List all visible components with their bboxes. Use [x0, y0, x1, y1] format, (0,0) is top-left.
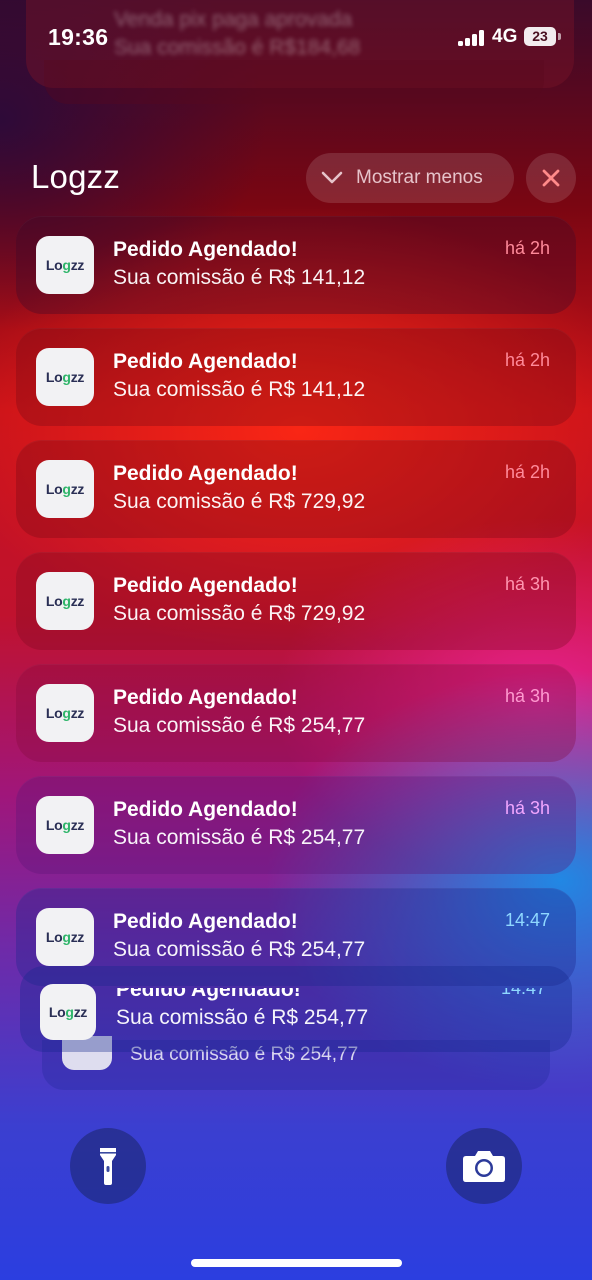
logzz-logo: Logzz — [45, 817, 85, 833]
notification-title: Pedido Agendado! — [113, 798, 298, 821]
notification-body: Sua comissão é R$ 254,77 — [113, 826, 366, 849]
notification-title: Pedido Agendado! — [113, 238, 298, 261]
notification-time: há 2h — [504, 350, 550, 370]
notification-time: há 3h — [504, 574, 550, 594]
notification-body: Sua comissão é R$ 254,77 — [113, 714, 366, 737]
notification-title: Pedido Agendado! — [113, 574, 298, 597]
flashlight-button[interactable] — [70, 1128, 146, 1204]
show-less-label: Mostrar menos — [356, 167, 483, 188]
logzz-logo: Logzz — [45, 929, 85, 945]
status-bar: 19:36 4G 23 — [0, 0, 592, 70]
notification-card[interactable]: Logzz Pedido Agendado! Sua comissão é R$ 2… — [16, 776, 576, 874]
notification-title: Pedido Agendado! — [113, 462, 298, 485]
flashlight-icon — [100, 1148, 116, 1185]
notification-card[interactable]: Logzz Pedido Agendado! Sua comissão é R$ 7… — [16, 552, 576, 650]
logzz-logo: Logzz — [45, 257, 85, 273]
notification-body: Sua comissão é R$ 141,12 — [113, 378, 366, 401]
status-time: 19:36 — [48, 24, 109, 50]
notification-body: Sua comissão é R$ 141,12 — [113, 266, 366, 289]
chevron-down-icon — [320, 166, 344, 190]
logzz-logo: Logzz — [45, 593, 85, 609]
home-indicator[interactable] — [191, 1259, 402, 1267]
notification-title: Pedido Agendado! — [113, 686, 298, 709]
notification-body: Sua comissão é R$ 729,92 — [113, 490, 366, 513]
logzz-app-icon: Logzz — [36, 236, 94, 294]
logzz-app-icon: Logzz — [36, 908, 94, 966]
notification-body: Sua comissão é R$ 254,77 — [116, 1006, 369, 1029]
notification-card[interactable]: Logzz Pedido Agendado! Sua comissão é R$ 1… — [16, 328, 576, 426]
show-less-button[interactable]: Mostrar menos — [306, 153, 514, 203]
notification-title: Pedido Agendado! — [116, 978, 301, 1001]
logzz-logo: Logzz — [45, 369, 85, 385]
logzz-app-icon: Logzz — [36, 348, 94, 406]
notification-card[interactable]: Logzz Pedido Agendado! Sua comissão é R$ 7… — [16, 440, 576, 538]
logzz-app-icon: Logzz — [36, 684, 94, 742]
close-icon — [542, 169, 560, 187]
notification-body: Sua comissão é R$ 254,77 — [113, 938, 366, 961]
network-type: 4G — [492, 26, 518, 47]
logzz-app-icon: Logzz — [36, 796, 94, 854]
camera-button[interactable] — [446, 1128, 522, 1204]
notification-card[interactable]: Logzz Pedido Agendado! Sua comissão é R$ 2… — [16, 664, 576, 762]
logzz-app-icon: Logzz — [36, 572, 94, 630]
battery-icon: 23 — [524, 27, 556, 46]
notification-title: Pedido Agendado! — [113, 910, 298, 933]
notification-time: 14:47 — [504, 910, 550, 930]
notification-body: Sua comissão é R$ 729,92 — [113, 602, 366, 625]
notification-card[interactable]: Logzz Pedido Agendado! Sua comissão é R$ 1… — [16, 216, 576, 314]
notification-time: há 3h — [504, 798, 550, 818]
logzz-logo: Logzz — [45, 705, 85, 721]
logzz-logo: Logzz — [48, 1004, 88, 1020]
battery-cap — [558, 33, 561, 40]
notification-time: há 2h — [504, 462, 550, 482]
clear-group-button[interactable] — [526, 153, 576, 203]
notification-group-title: Logzz — [31, 158, 121, 195]
cellular-signal-icon — [458, 30, 486, 46]
notification-time: 14:47 — [500, 978, 546, 998]
stacked-notification[interactable]: Logzz Pedido Agendado! Sua comissão é R$… — [20, 966, 572, 1052]
camera-icon — [463, 1151, 505, 1182]
notification-time: há 2h — [504, 238, 550, 258]
logzz-app-icon: Logzz — [36, 460, 94, 518]
logzz-app-icon: Logzz — [40, 984, 96, 1040]
logzz-logo: Logzz — [45, 481, 85, 497]
notification-time: há 3h — [504, 686, 550, 706]
notification-title: Pedido Agendado! — [113, 350, 298, 373]
battery-level: 23 — [532, 28, 548, 44]
